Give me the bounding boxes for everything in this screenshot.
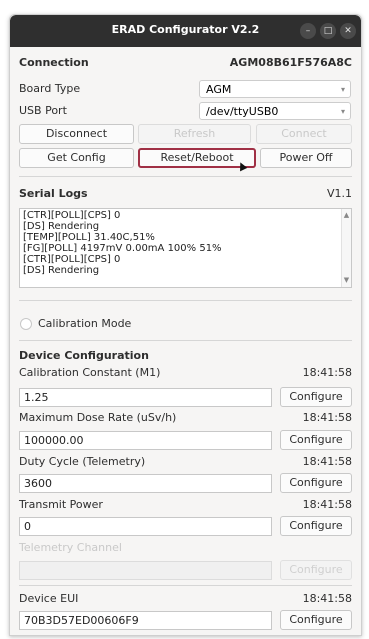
log-line: [FG][POLL] 4197mV 0.00mA 100% 51% bbox=[23, 243, 222, 254]
connect-button[interactable]: Connect bbox=[256, 124, 352, 144]
log-scrollbar[interactable]: ▲ ▼ bbox=[341, 209, 351, 287]
timestamp: 18:41:58 bbox=[302, 366, 352, 379]
divider bbox=[19, 176, 352, 177]
transmit-power-label: Transmit Power 18:41:58 bbox=[19, 498, 352, 511]
chevron-down-icon: ▾ bbox=[340, 107, 345, 116]
maximize-icon[interactable]: □ bbox=[320, 23, 336, 39]
divider bbox=[19, 340, 352, 341]
log-line: [DS] Rendering bbox=[23, 221, 100, 232]
calibration-constant-input[interactable]: 1.25 bbox=[19, 388, 272, 407]
calibration-mode-radio[interactable] bbox=[20, 318, 32, 330]
firmware-version: V1.1 bbox=[326, 187, 352, 200]
log-line: [TEMP][POLL] 31.40C,51% bbox=[23, 232, 155, 243]
calibration-mode-label: Calibration Mode bbox=[38, 317, 132, 330]
max-dose-rate-label: Maximum Dose Rate (uSv/h) 18:41:58 bbox=[19, 411, 352, 424]
timestamp: 18:41:58 bbox=[302, 455, 352, 468]
duty-cycle-input[interactable]: 3600 bbox=[19, 474, 272, 493]
scroll-up-icon[interactable]: ▲ bbox=[342, 210, 351, 221]
max-dose-rate-input[interactable]: 100000.00 bbox=[19, 431, 272, 450]
configure-duty-cycle-button[interactable]: Configure bbox=[280, 473, 352, 493]
get-config-button[interactable]: Get Config bbox=[19, 148, 134, 168]
log-line: [DS] Rendering bbox=[23, 265, 100, 276]
usb-port-select[interactable]: /dev/ttyUSB0 ▾ bbox=[199, 102, 351, 120]
configure-transmit-power-button[interactable]: Configure bbox=[280, 516, 352, 536]
divider bbox=[19, 585, 352, 586]
configurator-window: ERAD Configurator V2.2 – □ ✕ Connection … bbox=[9, 14, 362, 636]
log-line: [CTR][POLL][CPS] 0 bbox=[23, 254, 121, 265]
timestamp: 18:41:58 bbox=[302, 411, 352, 424]
scroll-down-icon[interactable]: ▼ bbox=[342, 275, 351, 286]
calibration-constant-label: Calibration Constant (M1) 18:41:58 bbox=[19, 366, 352, 379]
device-eui-input[interactable]: 70B3D57ED00606F9 bbox=[19, 611, 272, 630]
telemetry-channel-label: Telemetry Channel bbox=[19, 541, 122, 554]
serial-log-box[interactable]: [CTR][POLL][CPS] 0 [DS] Rendering [TEMP]… bbox=[19, 208, 352, 288]
log-line: [CTR][POLL][CPS] 0 bbox=[23, 210, 121, 221]
board-type-select[interactable]: AGM ▾ bbox=[199, 80, 351, 98]
disconnect-button[interactable]: Disconnect bbox=[19, 124, 134, 144]
minimize-icon[interactable]: – bbox=[300, 23, 316, 39]
configure-calibration-button[interactable]: Configure bbox=[280, 387, 352, 407]
telemetry-channel-input[interactable] bbox=[19, 561, 272, 580]
serial-logs-heading: Serial Logs V1.1 bbox=[19, 187, 352, 200]
power-off-button[interactable]: Power Off bbox=[260, 148, 352, 168]
configure-device-eui-button[interactable]: Configure bbox=[280, 610, 352, 630]
title-bar[interactable]: ERAD Configurator V2.2 – □ ✕ bbox=[10, 15, 361, 47]
timestamp: 18:41:58 bbox=[302, 498, 352, 511]
close-icon[interactable]: ✕ bbox=[340, 23, 356, 39]
device-eui-label: Device EUI 18:41:58 bbox=[19, 592, 352, 605]
configure-max-dose-button[interactable]: Configure bbox=[280, 430, 352, 450]
chevron-down-icon: ▾ bbox=[340, 85, 345, 94]
connection-heading: Connection AGM08B61F576A8C bbox=[19, 56, 352, 69]
configure-telemetry-channel-button[interactable]: Configure bbox=[280, 560, 352, 580]
device-id: AGM08B61F576A8C bbox=[229, 56, 352, 69]
refresh-button[interactable]: Refresh bbox=[138, 124, 251, 144]
duty-cycle-label: Duty Cycle (Telemetry) 18:41:58 bbox=[19, 455, 352, 468]
timestamp: 18:41:58 bbox=[302, 592, 352, 605]
divider bbox=[19, 300, 352, 301]
device-config-heading: Device Configuration bbox=[19, 349, 149, 362]
transmit-power-input[interactable]: 0 bbox=[19, 517, 272, 536]
